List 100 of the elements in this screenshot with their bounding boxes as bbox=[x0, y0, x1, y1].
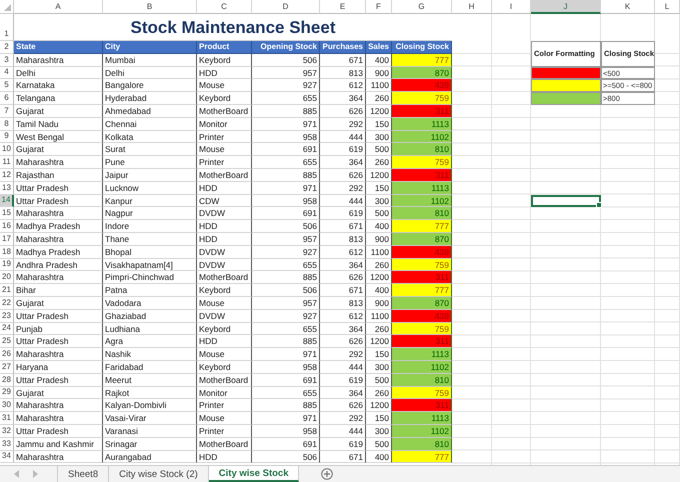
row-header[interactable]: 11 bbox=[0, 156, 14, 169]
row-header[interactable]: 16 bbox=[0, 220, 14, 233]
row-header[interactable]: 34 bbox=[0, 450, 14, 464]
table-cell: DVDW bbox=[197, 246, 252, 259]
table-cell: Maharashtra bbox=[14, 399, 103, 412]
row-header[interactable]: 7 bbox=[0, 104, 14, 118]
row-header[interactable]: 17 bbox=[0, 232, 14, 246]
row-header[interactable]: 8 bbox=[0, 118, 14, 131]
column-heading: Product bbox=[197, 41, 252, 54]
row-header[interactable]: 14 bbox=[0, 194, 14, 208]
table-cell: Printer bbox=[197, 156, 252, 169]
table-cell: 691 bbox=[252, 438, 320, 450]
column-header[interactable]: C bbox=[197, 0, 252, 14]
row-header[interactable]: 33 bbox=[0, 438, 14, 450]
column-header[interactable]: K bbox=[601, 0, 655, 14]
table-cell: 1113 bbox=[392, 412, 452, 425]
column-header[interactable]: A bbox=[14, 0, 103, 14]
row-header[interactable]: 13 bbox=[0, 182, 14, 195]
table-cell: DVDW bbox=[197, 207, 252, 220]
table-cell: Telangana bbox=[14, 92, 103, 105]
table-cell: Patna bbox=[103, 284, 197, 297]
row-header[interactable]: 24 bbox=[0, 322, 14, 336]
table-cell: 813 bbox=[320, 66, 366, 80]
row-header[interactable]: 5 bbox=[0, 79, 14, 92]
column-heading: Closing Stock bbox=[392, 41, 452, 54]
previous-sheet-icon[interactable] bbox=[14, 470, 20, 478]
row-header[interactable]: 22 bbox=[0, 296, 14, 310]
table-cell: Thane bbox=[103, 232, 197, 246]
column-header[interactable]: G bbox=[392, 0, 452, 14]
row-header[interactable]: 9 bbox=[0, 130, 14, 144]
table-cell: 671 bbox=[320, 450, 366, 464]
row-header[interactable]: 21 bbox=[0, 284, 14, 297]
table-cell: Printer bbox=[197, 424, 252, 438]
table-cell: Rajasthan bbox=[14, 168, 103, 182]
row-header[interactable]: 27 bbox=[0, 360, 14, 374]
active-cell[interactable] bbox=[531, 194, 601, 208]
row-header[interactable]: 32 bbox=[0, 424, 14, 438]
row-header[interactable]: 1 bbox=[0, 14, 14, 41]
table-cell: 311 bbox=[392, 335, 452, 348]
row-header[interactable]: 28 bbox=[0, 374, 14, 387]
table-cell: 364 bbox=[320, 322, 366, 336]
table-cell: 813 bbox=[320, 296, 366, 310]
table-cell: Punjab bbox=[14, 322, 103, 336]
table-cell: 364 bbox=[320, 386, 366, 400]
row-header[interactable]: 18 bbox=[0, 246, 14, 259]
row-header[interactable]: 26 bbox=[0, 348, 14, 361]
table-cell: Maharashtra bbox=[14, 450, 103, 464]
column-header[interactable]: E bbox=[320, 0, 366, 14]
table-cell: Varanasi bbox=[103, 424, 197, 438]
column-header[interactable]: D bbox=[252, 0, 320, 14]
table-cell: MotherBoard bbox=[197, 374, 252, 387]
row-header[interactable]: 2 bbox=[0, 41, 14, 54]
column-header[interactable]: H bbox=[452, 0, 492, 14]
row-header[interactable]: 25 bbox=[0, 335, 14, 348]
table-cell: Mouse bbox=[197, 296, 252, 310]
column-header[interactable]: J bbox=[531, 0, 601, 14]
next-sheet-icon[interactable] bbox=[32, 470, 38, 478]
sheet-tab[interactable]: Sheet8 bbox=[58, 466, 110, 482]
sheet-tab[interactable]: City wise Stock bbox=[208, 466, 300, 482]
table-cell: 759 bbox=[392, 92, 452, 105]
table-cell: MotherBoard bbox=[197, 438, 252, 450]
table-cell: 444 bbox=[320, 424, 366, 438]
row-header[interactable]: 4 bbox=[0, 66, 14, 80]
column-header[interactable]: I bbox=[492, 0, 531, 14]
table-cell: 885 bbox=[252, 335, 320, 348]
table-cell: 810 bbox=[392, 374, 452, 387]
row-header[interactable]: 6 bbox=[0, 92, 14, 105]
row-header[interactable]: 19 bbox=[0, 258, 14, 272]
row-header[interactable]: 29 bbox=[0, 386, 14, 400]
row-header[interactable]: 15 bbox=[0, 207, 14, 220]
table-cell: 444 bbox=[320, 194, 366, 208]
add-sheet-icon[interactable] bbox=[321, 468, 334, 480]
column-heading: State bbox=[14, 41, 103, 54]
table-cell: 1113 bbox=[392, 118, 452, 131]
row-header[interactable]: 3 bbox=[0, 54, 14, 67]
column-header[interactable]: B bbox=[103, 0, 197, 14]
table-cell: Rajkot bbox=[103, 386, 197, 400]
table-cell: 1102 bbox=[392, 424, 452, 438]
table-cell: 506 bbox=[252, 220, 320, 233]
row-header[interactable]: 12 bbox=[0, 168, 14, 182]
row-header[interactable]: 30 bbox=[0, 399, 14, 412]
table-cell: DVDW bbox=[197, 258, 252, 272]
row-header[interactable]: 23 bbox=[0, 310, 14, 323]
table-cell: 870 bbox=[392, 66, 452, 80]
table-cell: 626 bbox=[320, 399, 366, 412]
table-cell: 777 bbox=[392, 450, 452, 464]
table-cell: 971 bbox=[252, 348, 320, 361]
table-cell: 619 bbox=[320, 143, 366, 156]
table-cell: 626 bbox=[320, 271, 366, 284]
table-cell: Faridabad bbox=[103, 360, 197, 374]
table-cell: 671 bbox=[320, 220, 366, 233]
select-all-corner[interactable] bbox=[0, 0, 14, 14]
table-cell: Keybord bbox=[197, 92, 252, 105]
table-cell: 870 bbox=[392, 232, 452, 246]
row-header[interactable]: 10 bbox=[0, 143, 14, 156]
table-cell: Karnataka bbox=[14, 79, 103, 92]
row-header[interactable]: 20 bbox=[0, 271, 14, 284]
column-header[interactable]: L bbox=[655, 0, 680, 14]
row-header[interactable]: 31 bbox=[0, 412, 14, 425]
column-header[interactable]: F bbox=[366, 0, 392, 14]
